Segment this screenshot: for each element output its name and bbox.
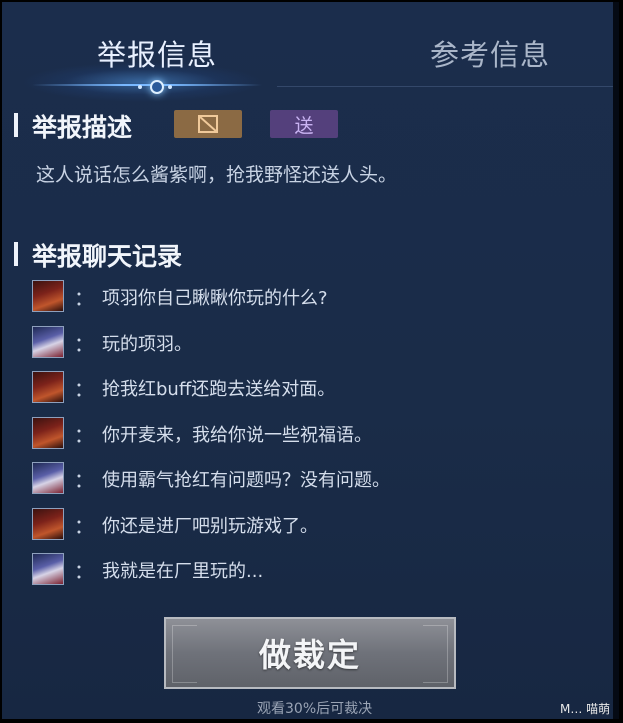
chat-separator: ： [74, 559, 94, 583]
report-panel: 举报信息 参考信息 举报描述 送 这人说话怎么酱紫啊，抢我野怪还送人头。 举报聊… [2, 2, 619, 719]
chat-message: ： 我就是在厂里玩的... [32, 553, 592, 589]
watermark: M… 喵萌 [560, 702, 611, 716]
player-avatar [32, 416, 64, 449]
tag-no-sign [174, 110, 242, 138]
active-tab-underline [32, 84, 262, 86]
chat-message: ： 你开麦来，我给你说一些祝福语。 [32, 416, 592, 453]
chat-separator: ： [74, 286, 94, 310]
chat-log-title: 举报聊天记录 [14, 237, 182, 273]
player-avatar [32, 371, 64, 403]
chat-separator: ： [74, 513, 94, 538]
chat-message-text: 项羽你自己瞅瞅你玩的什么? [102, 288, 328, 309]
chat-message: ： 玩的项羽。 [32, 325, 592, 362]
chat-message-text: 你还是进厂吧别玩游戏了。 [102, 515, 318, 537]
make-verdict-button[interactable]: 做裁定 [164, 617, 456, 689]
chat-message-text: 玩的项羽。 [102, 333, 192, 355]
tag-feeding: 送 [270, 110, 338, 138]
chat-separator: ： [74, 422, 94, 447]
tab-bar: 举报信息 参考信息 [2, 2, 613, 102]
chat-separator: ： [74, 377, 94, 401]
chat-message: ： 使用霸气抢红有问题吗？没有问题。 [32, 462, 592, 498]
chat-separator: ： [74, 331, 94, 356]
chat-message-text: 你开麦来，我给你说一些祝福语。 [102, 424, 372, 446]
chat-message-text: 抢我红buff还跑去送给对面。 [102, 379, 336, 400]
chat-message: ： 抢我红buff还跑去送给对面。 [32, 371, 592, 407]
player-avatar [32, 280, 64, 312]
tab-reference-info[interactable]: 参考信息 [430, 32, 550, 74]
indicator-dot-icon [168, 85, 172, 89]
chat-message: ： 你还是进厂吧别玩游戏了。 [32, 507, 592, 544]
player-avatar [32, 553, 64, 585]
report-description-title: 举报描述 [14, 108, 132, 144]
tab-report-info[interactable]: 举报信息 [97, 32, 217, 74]
tab-divider [277, 86, 613, 87]
report-description-text: 这人说话怎么酱紫啊，抢我野怪还送人头。 [36, 164, 398, 186]
chat-separator: ： [74, 468, 94, 492]
chat-message: ： 项羽你自己瞅瞅你玩的什么? [32, 280, 592, 316]
player-avatar [32, 462, 64, 494]
no-sign-icon [198, 115, 218, 133]
player-avatar [32, 507, 64, 540]
chat-message-text: 使用霸气抢红有问题吗？没有问题。 [102, 470, 390, 491]
player-avatar [32, 325, 64, 358]
active-indicator-icon [150, 80, 164, 94]
indicator-dot-icon [138, 85, 142, 89]
chat-message-text: 我就是在厂里玩的... [102, 561, 264, 582]
verdict-hint: 观看30%后可裁决 [257, 701, 373, 717]
